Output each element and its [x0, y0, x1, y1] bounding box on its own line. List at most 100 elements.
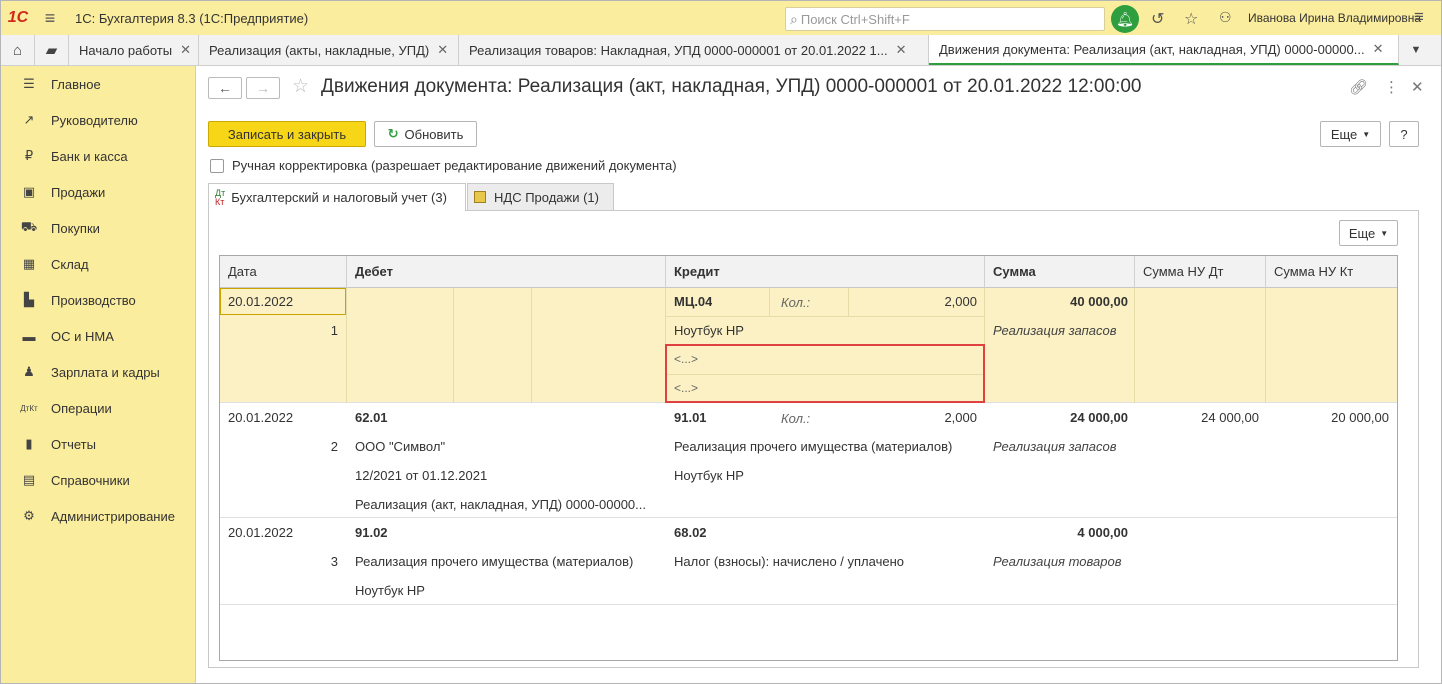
sidebar-item-operations[interactable]: ДтКт Операции: [1, 390, 195, 426]
gear-icon: ⚙: [23, 508, 35, 523]
save-close-button[interactable]: Записать и закрыть: [208, 121, 366, 147]
chevron-down-icon: ▼: [1362, 129, 1371, 139]
row-sum-nu-dt[interactable]: 24 000,00: [1142, 410, 1259, 425]
close-icon[interactable]: ✕: [1373, 41, 1384, 57]
column-header-debit[interactable]: Дебет: [347, 256, 666, 288]
qty-label: Кол.:: [781, 295, 811, 310]
page-title: Движения документа: Реализация (акт, нак…: [321, 76, 1142, 97]
debit-subconto-2[interactable]: 12/2021 от 01.12.2021: [355, 468, 487, 483]
sidebar-item-purchases[interactable]: ⛟ Покупки: [1, 210, 195, 246]
app-logo: 1С: [7, 9, 29, 26]
tab-realization-doc[interactable]: Реализация товаров: Накладная, УПД 0000-…: [459, 35, 929, 65]
table-row[interactable]: 20.01.2022 3 91.02 Реализация прочего им…: [220, 519, 1397, 605]
history-icon[interactable]: ↺: [1151, 9, 1164, 29]
column-header-sum[interactable]: Сумма: [985, 256, 1135, 288]
sidebar: ☰ Главное ↗ Руководителю ₽ Банк и касса ▣ Пр…: [1, 66, 196, 683]
more-vertical-icon[interactable]: ⋮: [1384, 78, 1399, 96]
close-form-icon[interactable]: ✕: [1411, 78, 1424, 96]
movements-table[interactable]: Дата Дебет Кредит Сумма Сумма НУ Дт Сумм…: [219, 255, 1398, 661]
chat-icon[interactable]: ▰: [35, 35, 69, 65]
sidebar-item-production[interactable]: ▙ Производство: [1, 282, 195, 318]
debit-subconto-2[interactable]: Ноутбук HP: [355, 583, 425, 598]
credit-subconto-2[interactable]: Ноутбук HP: [674, 468, 744, 483]
tabs-dropdown-icon[interactable]: ▼: [1399, 35, 1433, 65]
sidebar-item-label: Главное: [51, 76, 101, 92]
user-name[interactable]: Иванова Ирина Владимировна: [1248, 11, 1421, 25]
sidebar-item-admin[interactable]: ⚙ Администрирование: [1, 498, 195, 534]
home-icon[interactable]: ⌂: [1, 35, 35, 65]
sidebar-item-main[interactable]: ☰ Главное: [1, 66, 195, 102]
tab-document-movements[interactable]: Движения документа: Реализация (акт, нак…: [929, 35, 1399, 65]
column-header-credit[interactable]: Кредит: [666, 256, 985, 288]
column-header-sum-nu-dt[interactable]: Сумма НУ Дт: [1135, 256, 1266, 288]
favorites-star-icon[interactable]: ☆: [1184, 9, 1198, 29]
refresh-button[interactable]: ↻ Обновить: [374, 121, 477, 147]
back-button[interactable]: ←: [208, 77, 242, 99]
sidebar-item-sales[interactable]: ▣ Продажи: [1, 174, 195, 210]
row-sum-nu-kt[interactable]: 20 000,00: [1273, 410, 1389, 425]
table-header: Дата Дебет Кредит Сумма Сумма НУ Дт Сумм…: [220, 256, 1397, 288]
sidebar-item-assets[interactable]: ▬ ОС и НМА: [1, 318, 195, 354]
grid-more-button[interactable]: Еще ▼: [1339, 220, 1398, 246]
register-icon: [474, 191, 486, 203]
menu-icon: ☰: [23, 76, 35, 91]
sidebar-item-salary[interactable]: ♟ Зарплата и кадры: [1, 354, 195, 390]
debit-subconto-1[interactable]: ООО "Символ": [355, 439, 445, 454]
checkbox-box[interactable]: [210, 158, 224, 173]
sidebar-item-directories[interactable]: ▤ Справочники: [1, 462, 195, 498]
notifications-bell-icon[interactable]: 🔔︎: [1111, 5, 1139, 33]
tab-start[interactable]: Начало работы ✕: [69, 35, 199, 65]
sidebar-item-label: Банк и касса: [51, 148, 128, 164]
row-content[interactable]: Реализация товаров: [993, 554, 1122, 569]
column-header-date[interactable]: Дата: [220, 256, 347, 288]
more-button[interactable]: Еще ▼: [1320, 121, 1381, 147]
search-input[interactable]: ⌕ Поиск Ctrl+Shift+F: [785, 7, 1105, 31]
credit-subconto-1[interactable]: Реализация прочего имущества (материалов…: [674, 439, 952, 454]
debit-account[interactable]: 62.01: [355, 410, 388, 425]
row-content[interactable]: Реализация запасов: [993, 323, 1116, 338]
trend-icon: ↗: [23, 112, 35, 127]
favorite-star-icon[interactable]: ☆: [292, 75, 309, 98]
credit-qty[interactable]: 2,000: [860, 410, 977, 425]
credit-qty[interactable]: 2,000: [860, 294, 977, 309]
window-menu-icon[interactable]: ≡: [1414, 7, 1424, 27]
credit-subconto-1[interactable]: Налог (взносы): начислено / уплачено: [674, 554, 904, 569]
credit-subconto-1[interactable]: Ноутбук HP: [674, 323, 744, 338]
chevron-down-icon: ▼: [1380, 228, 1389, 238]
row-content[interactable]: Реализация запасов: [993, 439, 1116, 454]
column-header-sum-nu-kt[interactable]: Сумма НУ Кт: [1266, 256, 1397, 288]
credit-account[interactable]: 68.02: [674, 525, 707, 540]
sidebar-item-director[interactable]: ↗ Руководителю: [1, 102, 195, 138]
row-date[interactable]: 20.01.2022: [228, 294, 293, 309]
debit-subconto-1[interactable]: Реализация прочего имущества (материалов…: [355, 554, 633, 569]
manual-edit-label: Ручная корректировка (разрешает редактир…: [232, 158, 677, 173]
row-sum[interactable]: 4 000,00: [992, 525, 1128, 540]
close-icon[interactable]: ✕: [896, 42, 907, 58]
row-date[interactable]: 20.01.2022: [228, 525, 293, 540]
row-date[interactable]: 20.01.2022: [228, 410, 293, 425]
row-sum[interactable]: 24 000,00: [992, 410, 1128, 425]
row-sum[interactable]: 40 000,00: [992, 294, 1128, 309]
close-icon[interactable]: ✕: [180, 42, 191, 58]
credit-account[interactable]: 91.01: [674, 410, 707, 425]
main-menu-icon[interactable]: ≡: [35, 8, 65, 29]
link-icon[interactable]: 🔗︎: [1349, 78, 1368, 96]
table-row[interactable]: 20.01.2022 2 62.01 ООО "Символ" 12/2021 …: [220, 404, 1397, 518]
table-row[interactable]: 20.01.2022 1 МЦ.04 Кол.: 2,000 Ноутбук H…: [220, 288, 1397, 403]
debit-account[interactable]: 91.02: [355, 525, 388, 540]
forward-button[interactable]: →: [246, 77, 280, 99]
close-icon[interactable]: ✕: [437, 42, 448, 58]
manual-edit-checkbox[interactable]: Ручная корректировка (разрешает редактир…: [210, 158, 677, 173]
credit-account[interactable]: МЦ.04: [674, 294, 712, 309]
sidebar-item-reports[interactable]: ▮ Отчеты: [1, 426, 195, 462]
debit-subconto-3[interactable]: Реализация (акт, накладная, УПД) 0000-00…: [355, 497, 658, 512]
sidebar-item-bank[interactable]: ₽ Банк и касса: [1, 138, 195, 174]
sidebar-item-warehouse[interactable]: ▦ Склад: [1, 246, 195, 282]
refresh-label: Обновить: [404, 126, 464, 142]
help-button[interactable]: ?: [1389, 121, 1419, 147]
tab-realization-list[interactable]: Реализация (акты, накладные, УПД) ✕: [199, 35, 459, 65]
user-icon[interactable]: ⚇: [1219, 9, 1232, 26]
row-number: 2: [330, 439, 338, 454]
tab-accounting[interactable]: Дт Кт Бухгалтерский и налоговый учет (3): [208, 183, 466, 211]
tab-vat-sales[interactable]: НДС Продажи (1): [467, 183, 614, 210]
